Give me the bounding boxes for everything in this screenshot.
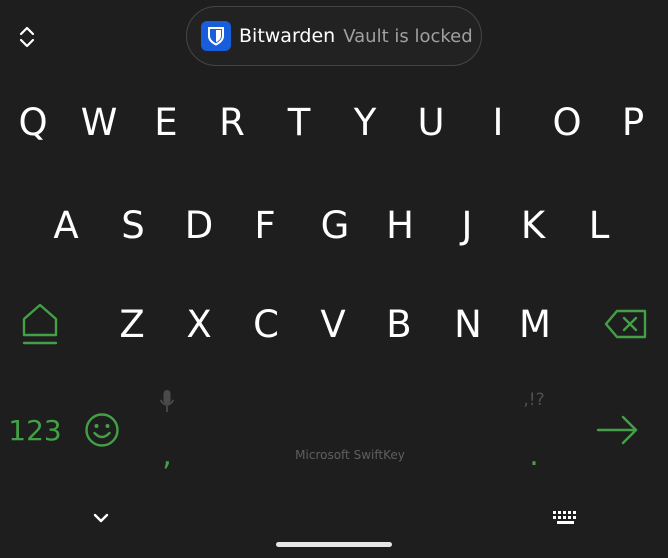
- keyboard-icon: [553, 511, 576, 524]
- home-indicator[interactable]: [276, 542, 392, 547]
- key-l[interactable]: L: [569, 195, 629, 255]
- key-o[interactable]: O: [537, 92, 597, 152]
- backspace-key[interactable]: [596, 294, 656, 354]
- numbers-key[interactable]: 123: [4, 400, 66, 460]
- bitwarden-logo-icon: [201, 21, 231, 51]
- key-m[interactable]: M: [505, 294, 565, 354]
- autofill-status: Vault is locked: [343, 25, 473, 47]
- key-c[interactable]: C: [236, 294, 296, 354]
- comma-key[interactable]: ,: [152, 438, 182, 473]
- microphone-icon: [159, 390, 175, 412]
- key-e[interactable]: E: [136, 92, 196, 152]
- key-y[interactable]: Y: [335, 92, 395, 152]
- hide-keyboard-button[interactable]: [86, 505, 116, 531]
- key-r[interactable]: R: [202, 92, 262, 152]
- key-u[interactable]: U: [401, 92, 461, 152]
- key-v[interactable]: V: [303, 294, 363, 354]
- key-f[interactable]: F: [235, 195, 295, 255]
- autofill-suggestion-chip[interactable]: Bitwarden Vault is locked: [186, 6, 482, 66]
- key-h[interactable]: H: [370, 195, 430, 255]
- chevron-down-icon: [93, 513, 109, 523]
- key-k[interactable]: K: [503, 195, 563, 255]
- key-n[interactable]: N: [438, 294, 498, 354]
- key-g[interactable]: G: [305, 195, 365, 255]
- key-t[interactable]: T: [269, 92, 329, 152]
- backspace-icon: [604, 309, 647, 339]
- expand-collapse-icon: [19, 26, 35, 48]
- key-i[interactable]: I: [468, 92, 528, 152]
- key-z[interactable]: Z: [102, 294, 162, 354]
- arrow-right-icon: [596, 415, 638, 445]
- switch-keyboard-button[interactable]: [548, 505, 584, 531]
- autofill-app-name: Bitwarden: [239, 25, 336, 47]
- key-b[interactable]: B: [369, 294, 429, 354]
- key-x[interactable]: X: [169, 294, 229, 354]
- period-key[interactable]: .: [522, 438, 546, 473]
- voice-hint: [156, 388, 178, 416]
- key-d[interactable]: D: [169, 195, 229, 255]
- shift-key[interactable]: [10, 294, 70, 354]
- shift-icon: [22, 303, 58, 345]
- key-q[interactable]: Q: [3, 92, 63, 152]
- key-s[interactable]: S: [103, 195, 163, 255]
- expand-toolbar-button[interactable]: [12, 20, 42, 54]
- key-j[interactable]: J: [437, 195, 497, 255]
- emoji-icon: [85, 413, 119, 447]
- enter-key[interactable]: [588, 404, 648, 456]
- key-p[interactable]: P: [603, 92, 663, 152]
- emoji-key[interactable]: [80, 402, 124, 458]
- key-w[interactable]: W: [69, 92, 129, 152]
- punctuation-hint: ,!?: [523, 390, 545, 410]
- key-a[interactable]: A: [36, 195, 96, 255]
- spacebar-brand-label[interactable]: Microsoft SwiftKey: [250, 448, 450, 468]
